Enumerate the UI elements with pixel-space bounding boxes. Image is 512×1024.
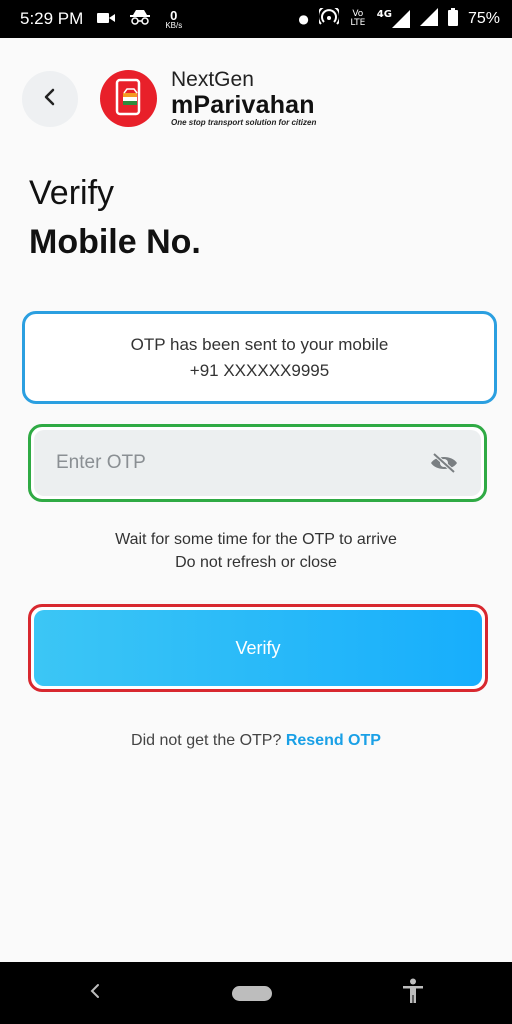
brand-name: mParivahan bbox=[171, 91, 315, 119]
chevron-left-icon bbox=[42, 87, 58, 111]
brand-tagline: One stop transport solution for citizen bbox=[171, 118, 317, 127]
incognito-icon bbox=[129, 9, 151, 29]
system-nav-bar bbox=[0, 962, 512, 1024]
otp-input[interactable] bbox=[56, 452, 429, 474]
otp-input-box bbox=[34, 430, 481, 496]
brand-top-text: NextGen bbox=[171, 68, 254, 91]
signal-4g-icon: 4G bbox=[377, 10, 410, 28]
hotspot-icon bbox=[316, 4, 341, 30]
resend-row: Did not get the OTP? Resend OTP bbox=[0, 732, 512, 750]
signal-icon bbox=[419, 8, 438, 30]
nav-home-pill[interactable] bbox=[232, 985, 272, 1001]
phone-car-icon bbox=[114, 78, 144, 120]
page-title-line2: Mobile No. bbox=[29, 223, 201, 261]
video-camera-icon bbox=[97, 10, 116, 29]
otp-info-message: OTP has been sent to your mobile bbox=[130, 334, 389, 354]
status-time: 5:29 PM bbox=[20, 9, 84, 28]
verify-button-container: Verify bbox=[28, 604, 488, 692]
eye-off-icon[interactable] bbox=[429, 451, 459, 475]
otp-wait-note-line2: Do not refresh or close bbox=[175, 554, 337, 571]
verify-button[interactable]: Verify bbox=[34, 610, 482, 686]
brand-block: NextGen mParivahan One stop transport so… bbox=[171, 68, 316, 128]
otp-wait-note-line1: Wait for some time for the OTP to arrive bbox=[115, 531, 397, 548]
resend-otp-link[interactable]: Resend OTP bbox=[286, 732, 381, 749]
net-speed: 0 KB/s bbox=[165, 7, 183, 30]
status-bar: 5:29 PM 0 KB/s ● Vo LTE 4G 75% bbox=[0, 0, 512, 38]
otp-input-container bbox=[28, 424, 487, 502]
notification-dot-icon: ● bbox=[298, 12, 309, 26]
volte-label: Vo LTE bbox=[350, 9, 366, 28]
app-logo bbox=[100, 70, 157, 127]
page-title-line1: Verify bbox=[29, 174, 115, 212]
battery-percent: 75% bbox=[467, 10, 500, 27]
otp-wait-notes: Wait for some time for the OTP to arrive… bbox=[0, 528, 512, 574]
back-button[interactable] bbox=[22, 71, 78, 127]
accessibility-icon[interactable] bbox=[402, 978, 424, 1008]
resend-prompt: Did not get the OTP? bbox=[131, 732, 282, 749]
otp-info-phone: +91 XXXXXX9995 bbox=[189, 360, 330, 380]
otp-info-card: OTP has been sent to your mobile +91 XXX… bbox=[22, 311, 497, 404]
nav-back-icon[interactable] bbox=[88, 982, 102, 1004]
battery-icon bbox=[447, 8, 458, 30]
